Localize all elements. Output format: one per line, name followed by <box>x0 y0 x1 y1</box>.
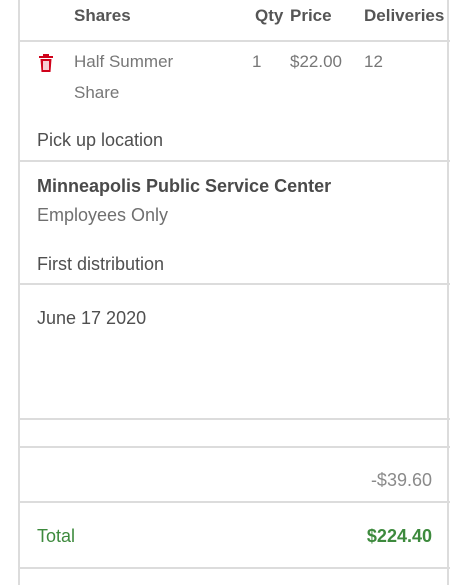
header-price: Price <box>290 6 332 25</box>
distribution-label: First distribution <box>37 254 165 274</box>
pickup-location-note: Employees Only <box>37 205 169 225</box>
share-name-line2: Share <box>74 83 120 102</box>
divider <box>20 283 450 285</box>
divider <box>20 446 450 448</box>
pickup-location-name: Minneapolis Public Service Center <box>37 176 332 196</box>
discount-amount: -$39.60 <box>370 470 432 490</box>
divider <box>20 501 450 503</box>
divider <box>20 567 450 569</box>
share-qty: 1 <box>252 52 262 71</box>
header-qty: Qty <box>255 6 284 25</box>
share-name-line1: Half Summer <box>74 52 174 71</box>
total-label: Total <box>37 526 76 546</box>
divider <box>20 40 450 42</box>
header-shares: Shares <box>74 6 131 25</box>
share-price: $22.00 <box>290 52 342 71</box>
pickup-label: Pick up location <box>37 130 164 150</box>
distribution-date: June 17 2020 <box>37 308 147 328</box>
divider <box>20 160 450 162</box>
header-deliveries: Deliveries <box>364 6 445 25</box>
total-value: $224.40 <box>366 526 432 546</box>
divider <box>20 418 450 420</box>
trash-icon[interactable] <box>36 53 56 73</box>
share-deliveries: 12 <box>364 52 383 71</box>
